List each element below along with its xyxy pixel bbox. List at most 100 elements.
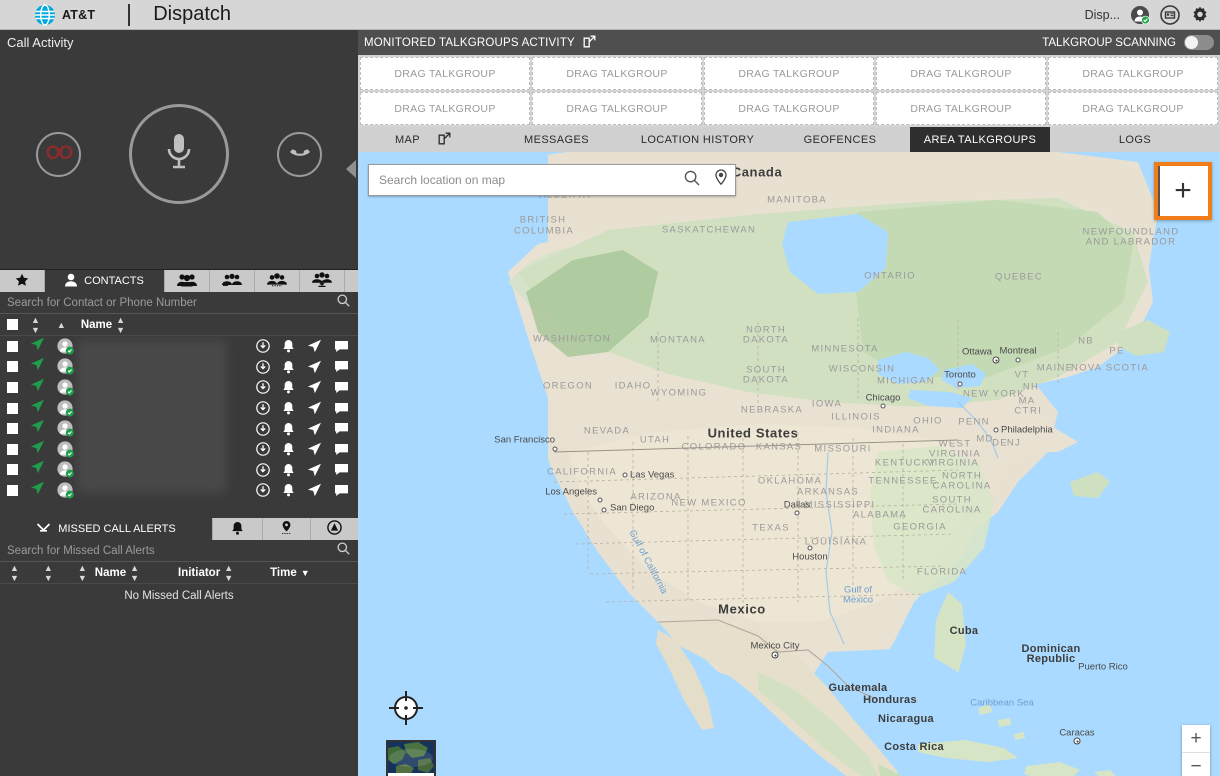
tab-location-alerts[interactable] [263,518,311,540]
popout-icon[interactable] [583,35,596,51]
message-icon[interactable] [334,381,349,394]
contact-select-checkbox[interactable] [7,340,18,352]
mic-ptt-button[interactable] [129,104,229,204]
location-arrow-icon[interactable] [30,460,45,479]
talkgroup-slot[interactable]: DRAG TALKGROUP [360,57,530,90]
mca-sort-name[interactable]: ▲ ▼ [130,563,139,583]
tab-group-download[interactable] [300,270,345,292]
alert-bell-icon[interactable] [282,380,295,394]
add-area-talkgroup-button[interactable]: + [1154,162,1212,220]
search-icon[interactable] [677,170,707,191]
map-type-satellite-toggle[interactable]: Satellite [386,740,436,776]
message-icon[interactable] [334,422,349,435]
locate-icon[interactable] [307,463,322,477]
tab-group-add[interactable] [255,270,300,292]
contacts-list[interactable] [0,336,358,501]
call-icon[interactable] [256,401,270,415]
contact-row[interactable] [0,480,358,501]
location-arrow-icon[interactable] [30,399,45,418]
zoom-in-button[interactable]: + [1182,725,1210,752]
message-icon[interactable] [334,484,349,497]
mca-sort-1[interactable]: ▲ ▼ [10,563,19,583]
recenter-map-button[interactable] [388,690,424,726]
popout-icon[interactable] [438,132,451,148]
contact-select-checkbox[interactable] [7,423,18,435]
sort-presence[interactable]: ▲ ▼ [31,315,40,335]
tab-messages[interactable]: MESSAGES [488,127,625,152]
talkgroup-slot[interactable]: DRAG TALKGROUP [532,57,702,90]
talkgroup-slot[interactable]: DRAG TALKGROUP [876,57,1046,90]
zoom-out-button[interactable]: − [1182,753,1210,776]
mca-search-input[interactable] [0,544,337,557]
tab-logs[interactable]: LOGS [1050,127,1220,152]
location-arrow-icon[interactable] [30,357,45,376]
mca-sort-2[interactable]: ▲ ▼ [44,563,53,583]
call-icon[interactable] [256,380,270,395]
talkgroup-slot[interactable]: DRAG TALKGROUP [1048,92,1218,125]
location-arrow-icon[interactable] [30,481,45,500]
tab-contacts[interactable]: CONTACTS [45,270,165,292]
call-icon[interactable] [256,339,270,354]
tab-talkgroups[interactable] [210,270,255,292]
locate-icon[interactable] [307,380,322,394]
locate-icon[interactable] [307,422,322,436]
message-icon[interactable] [334,463,349,476]
location-arrow-icon[interactable] [30,440,45,459]
message-icon[interactable] [334,340,349,353]
end-call-button[interactable] [277,131,322,177]
search-icon[interactable] [337,293,358,312]
alert-bell-icon[interactable] [282,339,295,353]
alert-bell-icon[interactable] [282,442,295,456]
call-icon[interactable] [256,463,270,477]
alert-bell-icon[interactable] [282,401,295,415]
tab-area-talkgroups[interactable]: AREA TALKGROUPS [910,127,1050,152]
talkgroup-slot[interactable]: DRAG TALKGROUP [1048,57,1218,90]
alert-bell-icon[interactable] [282,463,295,477]
search-icon[interactable] [337,541,358,560]
call-icon[interactable] [256,421,270,436]
contact-row[interactable] [0,357,358,378]
tab-missed-call-alerts[interactable]: MISSED CALL ALERTS [0,518,213,540]
voicemail-button[interactable]: OO [36,131,81,177]
user-status-icon[interactable] [1130,5,1150,25]
location-arrow-icon[interactable] [30,337,45,356]
alert-bell-icon[interactable] [282,483,295,497]
select-all-checkbox[interactable] [7,319,18,330]
contact-row[interactable] [0,377,358,398]
alert-bell-icon[interactable] [282,422,295,436]
map-pin-icon[interactable] [707,169,735,191]
tab-favorites[interactable] [0,270,45,292]
contact-select-checkbox[interactable] [7,464,18,476]
tab-geofences[interactable]: GEOFENCES [770,127,910,152]
talkgroup-slot[interactable]: DRAG TALKGROUP [532,92,702,125]
contact-select-checkbox[interactable] [7,361,18,373]
call-icon[interactable] [256,442,270,457]
location-arrow-icon[interactable] [30,378,45,397]
talkgroup-slot[interactable]: DRAG TALKGROUP [876,92,1046,125]
message-icon[interactable] [334,402,349,415]
sort-name[interactable]: ▲ ▼ [116,315,125,335]
contact-row[interactable] [0,336,358,357]
contact-select-checkbox[interactable] [7,443,18,455]
call-icon[interactable] [256,483,270,498]
tab-groups[interactable] [165,270,210,292]
mca-sort-3[interactable]: ▲ ▼ [78,563,87,583]
talkgroup-slot[interactable]: DRAG TALKGROUP [704,57,874,90]
location-arrow-icon[interactable] [30,419,45,438]
mca-sort-time[interactable]: ▼ [301,568,310,578]
tab-emergency[interactable] [311,518,358,540]
locate-icon[interactable] [307,401,322,415]
contact-select-checkbox[interactable] [7,381,18,393]
message-icon[interactable] [334,443,349,456]
talkgroup-slot[interactable]: DRAG TALKGROUP [360,92,530,125]
locate-icon[interactable] [307,360,322,374]
message-icon[interactable] [334,360,349,373]
contact-row[interactable] [0,418,358,439]
contact-row[interactable] [0,460,358,481]
collapse-left-panel-handle[interactable] [346,160,356,178]
sort-avatar[interactable]: ▲ [57,320,66,330]
tab-alerts[interactable] [213,518,263,540]
locate-icon[interactable] [307,339,322,353]
talkgroup-scanning-toggle[interactable] [1184,35,1214,50]
contact-row[interactable] [0,439,358,460]
